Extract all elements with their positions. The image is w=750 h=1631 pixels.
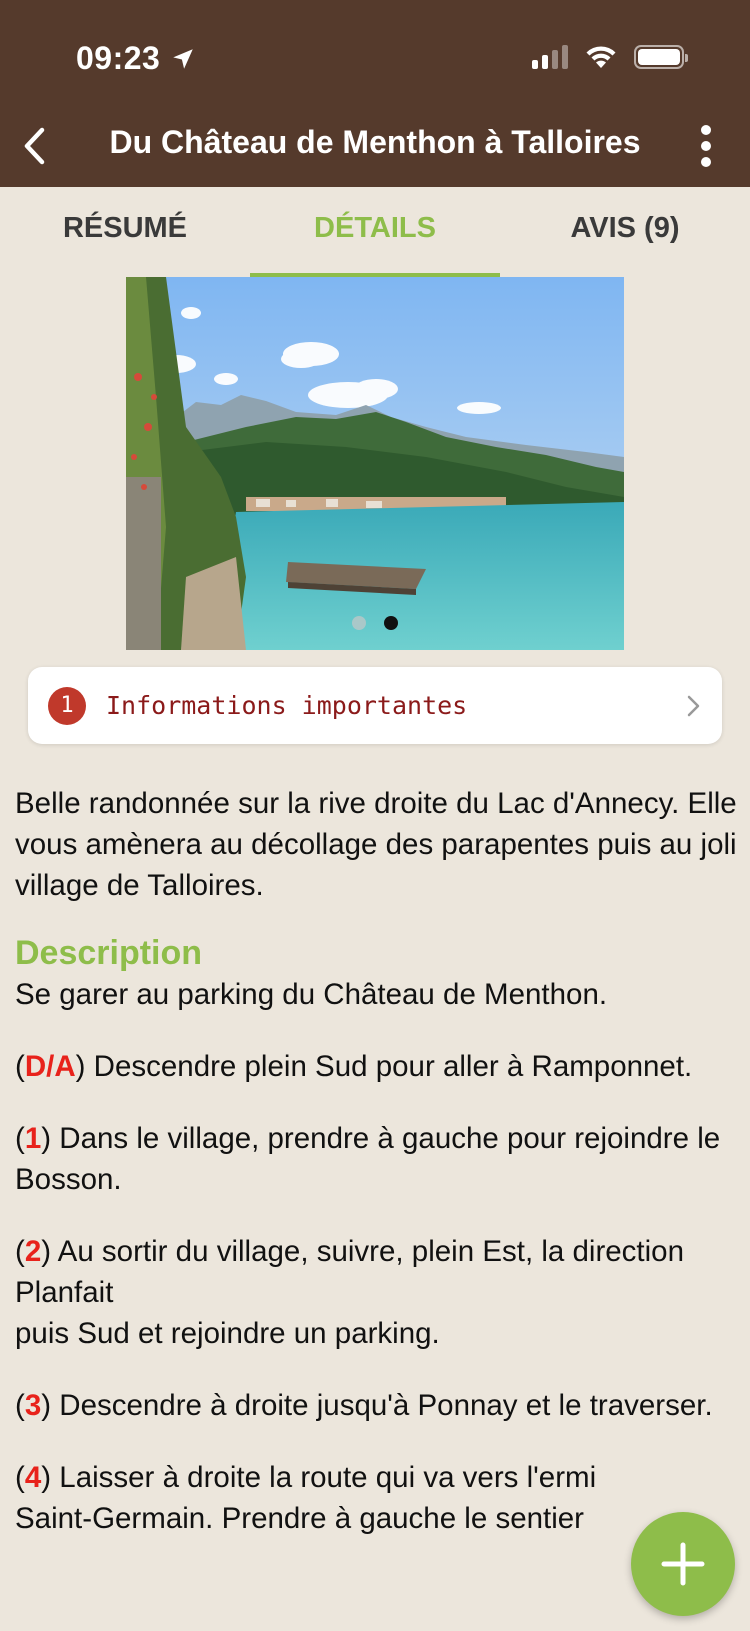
battery-icon <box>634 45 688 69</box>
step-number: 1 <box>24 1122 42 1155</box>
step-text: Dans le village, prendre à gauche pour r… <box>15 1122 721 1196</box>
step-4: (4) Laisser à droite la route qui va ver… <box>15 1461 597 1535</box>
status-time-label: 09:23 <box>76 40 161 76</box>
step-text: Laisser à droite la route qui va vers l'… <box>59 1461 597 1494</box>
step-number: D/A <box>24 1050 76 1083</box>
step-text: Au sortir du village, suivre, plein Est,… <box>15 1235 684 1309</box>
info-count-badge: 1 <box>48 686 86 725</box>
lake-photo <box>126 277 624 650</box>
tab-bar: RÉSUMÉ DÉTAILS AVIS (9) <box>0 187 750 277</box>
intro-text: Belle randonnée sur la rive droite du La… <box>15 787 737 902</box>
chevron-left-icon <box>24 127 45 165</box>
status-time: 09:23 <box>76 40 196 77</box>
wifi-icon <box>586 46 616 68</box>
step-text-continued: puis Sud et rejoindre un parking. <box>15 1317 440 1350</box>
step-text-continued: Saint-Germain. Prendre à gauche le senti… <box>15 1502 584 1535</box>
tab-details[interactable]: DÉTAILS <box>250 187 500 277</box>
step-number: 2 <box>24 1235 42 1268</box>
add-fab-button[interactable] <box>631 1512 735 1616</box>
details-content: Belle randonnée sur la rive droite du La… <box>15 783 740 1570</box>
page-title: Du Château de Menthon à Talloires <box>109 124 641 160</box>
cellular-signal-icon <box>532 45 568 69</box>
step-number: 3 <box>24 1389 42 1422</box>
carousel-dot-2[interactable] <box>384 616 398 630</box>
carousel-dots <box>126 616 624 630</box>
more-options-button[interactable] <box>694 122 718 170</box>
step-text: Descendre plein Sud pour aller à Ramponn… <box>93 1050 693 1083</box>
status-indicators <box>532 44 688 70</box>
step-number: 4 <box>24 1461 42 1494</box>
description-first-line: Se garer au parking du Château de Mentho… <box>15 978 608 1011</box>
photo-carousel[interactable] <box>126 277 624 650</box>
plus-icon <box>661 1542 705 1586</box>
description-heading: Description <box>15 934 203 972</box>
back-button[interactable] <box>12 122 56 170</box>
location-arrow-icon <box>173 48 194 69</box>
carousel-dot-1[interactable] <box>352 616 366 630</box>
important-info-card[interactable]: 1 Informations importantes <box>28 667 722 744</box>
step-text: Descendre à droite jusqu'à Ponnay et le … <box>59 1389 713 1422</box>
chevron-right-icon <box>687 695 700 716</box>
step-3: (3) Descendre à droite jusqu'à Ponnay et… <box>15 1389 713 1422</box>
step-2: (2) Au sortir du village, suivre, plein … <box>15 1235 684 1350</box>
tab-resume[interactable]: RÉSUMÉ <box>0 187 250 277</box>
tab-avis[interactable]: AVIS (9) <box>500 187 750 277</box>
info-card-label: Informations importantes <box>106 691 468 720</box>
app-header: 09:23 Du Château de Menthon à Talloires <box>0 0 750 187</box>
step-da: (D/A) Descendre plein Sud pour aller à R… <box>15 1050 693 1083</box>
step-1: (1) Dans le village, prendre à gauche po… <box>15 1122 721 1196</box>
